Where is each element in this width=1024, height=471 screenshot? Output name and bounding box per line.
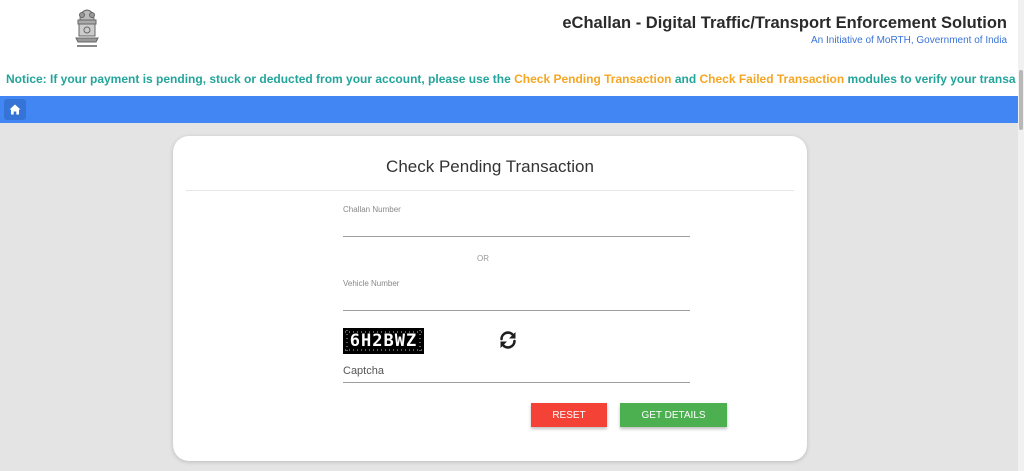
check-failed-transaction-link[interactable]: Check Failed Transaction <box>700 72 845 86</box>
site-header: eChallan - Digital Traffic/Transport Enf… <box>0 0 1024 96</box>
home-icon <box>9 104 21 115</box>
notice-suffix: modules to verify your transa <box>844 72 1016 86</box>
reset-button[interactable]: RESET <box>531 403 607 427</box>
app-subtitle: An Initiative of MoRTH, Government of In… <box>810 35 1007 46</box>
refresh-icon <box>500 331 516 349</box>
challan-number-input[interactable] <box>343 214 690 237</box>
app-title: eChallan - Digital Traffic/Transport Enf… <box>562 14 1007 32</box>
vehicle-number-label: Vehicle Number <box>343 279 400 288</box>
challan-number-field: Challan Number <box>343 205 690 237</box>
captcha-field <box>343 360 690 383</box>
home-button[interactable] <box>4 99 26 120</box>
vehicle-number-input[interactable] <box>343 288 690 311</box>
nav-bar <box>0 96 1018 123</box>
captcha-input[interactable] <box>343 360 690 383</box>
card-divider <box>186 190 794 191</box>
vehicle-number-field: Vehicle Number <box>343 279 690 311</box>
notice-prefix: Notice: If your payment is pending, stuc… <box>6 72 515 86</box>
national-emblem-icon <box>70 6 104 52</box>
card-title: Check Pending Transaction <box>386 157 594 176</box>
refresh-captcha-button[interactable] <box>497 329 519 351</box>
or-divider-text: OR <box>477 254 489 263</box>
scrollbar-thumb[interactable] <box>1019 70 1023 130</box>
captcha-image: 6H2BWZ <box>343 328 424 354</box>
check-pending-transaction-link[interactable]: Check Pending Transaction <box>514 72 671 86</box>
page-scrollbar[interactable] <box>1018 0 1024 471</box>
get-details-button[interactable]: GET DETAILS <box>620 403 727 427</box>
notice-middle: and <box>671 72 700 86</box>
challan-number-label: Challan Number <box>343 205 401 214</box>
pending-transaction-card: Check Pending Transaction Challan Number… <box>173 136 807 461</box>
notice-banner: Notice: If your payment is pending, stuc… <box>6 72 1018 86</box>
